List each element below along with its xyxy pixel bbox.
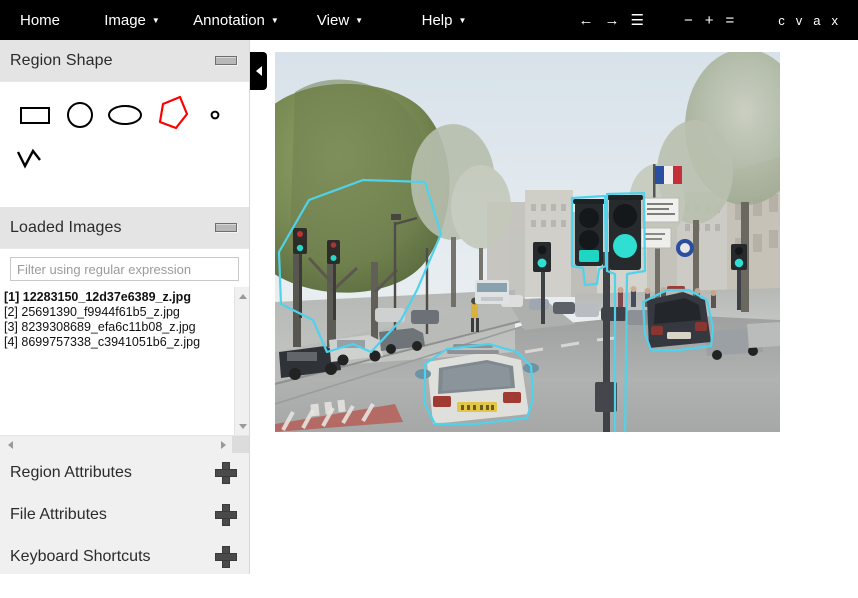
region-attributes-panel[interactable]: Region Attributes — [0, 452, 249, 494]
scroll-right-icon[interactable] — [215, 436, 231, 453]
street-scene-image — [275, 52, 780, 432]
zoom-in-icon[interactable]: + — [705, 13, 714, 28]
file-index: [4] — [4, 335, 18, 349]
chevron-down-icon: ▼ — [270, 16, 279, 25]
top-toolbar: Home Image ▼ Annotation ▼ View ▼ Help ▼ … — [0, 0, 858, 40]
file-name: 12283150_12d37e6389_z.jpg — [22, 290, 191, 304]
menu-home[interactable]: Home — [0, 12, 80, 29]
menu-annotation[interactable]: Annotation ▼ — [184, 12, 288, 29]
next-image-icon[interactable]: → — [605, 13, 620, 28]
menu-help[interactable]: Help ▼ — [392, 12, 496, 29]
ellipse-icon — [107, 104, 142, 125]
scroll-left-icon[interactable] — [2, 436, 18, 453]
polygon-shape-tool[interactable] — [147, 95, 192, 135]
loaded-images-body: [1] 12283150_12d37e6389_z.jpg [2] 256913… — [0, 249, 249, 453]
loaded-images-minimize-button[interactable] — [215, 223, 237, 232]
region-shape-row-1 — [0, 92, 249, 137]
file-name: 8239308689_efa6c11b08_z.jpg — [21, 320, 196, 334]
image-canvas-area[interactable] — [251, 40, 858, 598]
region-attributes-expand-icon[interactable] — [215, 462, 237, 484]
menu-image-label: Image — [104, 11, 146, 29]
list-item[interactable]: [4] 8699757338_c3941051b6_z.jpg — [4, 335, 228, 350]
keyboard-shortcuts-title: Keyboard Shortcuts — [10, 548, 151, 565]
file-index: [2] — [4, 305, 18, 319]
annotated-image[interactable] — [275, 52, 780, 432]
left-sidebar: Region Shape Loaded Images Filter using … — [0, 40, 250, 574]
polygon-icon — [158, 95, 188, 129]
region-shape-header: Region Shape — [0, 40, 249, 82]
loaded-images-title: Loaded Images — [10, 218, 122, 236]
zoom-reset-icon[interactable]: = — [726, 13, 735, 28]
scroll-down-icon[interactable] — [235, 419, 249, 433]
menu-image[interactable]: Image ▼ — [80, 12, 184, 29]
region-shape-minimize-button[interactable] — [215, 56, 237, 65]
file-attributes-expand-icon[interactable] — [215, 504, 237, 526]
region-shape-title: Region Shape — [10, 51, 113, 69]
list-item[interactable]: [1] 12283150_12d37e6389_z.jpg — [4, 290, 228, 305]
zoom-out-icon[interactable]: − — [684, 13, 693, 28]
image-filter-input[interactable] — [10, 257, 239, 281]
sidebar-collapse-toggle[interactable] — [250, 52, 267, 90]
toggle-region-boundary-button[interactable]: c — [778, 13, 785, 28]
bus — [475, 280, 509, 304]
polyline-icon — [16, 148, 41, 169]
delete-region-button[interactable]: x — [832, 13, 839, 28]
rectangle-shape-tool[interactable] — [12, 95, 57, 135]
zoom-controls: − + = — [684, 13, 734, 28]
file-name: 25691390_f9944f61b5_z.jpg — [21, 305, 180, 319]
scroll-up-icon[interactable] — [235, 289, 249, 303]
file-attributes-panel[interactable]: File Attributes — [0, 494, 249, 536]
file-list-vertical-scrollbar[interactable] — [234, 287, 249, 435]
file-list-container: [1] 12283150_12d37e6389_z.jpg [2] 256913… — [0, 287, 249, 435]
menu-view[interactable]: View ▼ — [288, 12, 392, 29]
menu-annotation-label: Annotation — [193, 11, 265, 29]
list-item[interactable]: [3] 8239308689_efa6c11b08_z.jpg — [4, 320, 228, 335]
scene-svg — [275, 52, 780, 432]
loaded-images-header: Loaded Images — [0, 207, 249, 249]
file-attributes-title: File Attributes — [10, 506, 107, 523]
list-item[interactable]: [2] 25691390_f9944f61b5_z.jpg — [4, 305, 228, 320]
main-menu: Home Image ▼ Annotation ▼ View ▼ Help ▼ — [0, 12, 496, 29]
point-shape-tool[interactable] — [192, 95, 237, 135]
region-shape-row-2 — [0, 137, 249, 182]
ellipse-shape-tool[interactable] — [102, 95, 147, 135]
toggle-region-label-button[interactable]: v — [796, 13, 803, 28]
region-shortcut-buttons: c v a x — [778, 13, 838, 28]
chevron-down-icon: ▼ — [458, 16, 467, 25]
file-index: [1] — [4, 290, 20, 304]
filter-container — [0, 249, 249, 287]
menu-home-label: Home — [19, 11, 60, 29]
file-index: [3] — [4, 320, 18, 334]
previous-image-icon[interactable]: ← — [579, 13, 594, 28]
chevron-down-icon: ▼ — [151, 16, 160, 25]
keyboard-shortcuts-expand-icon[interactable] — [215, 546, 237, 568]
navigation-controls: ← → ☰ — [579, 13, 644, 28]
menu-help-label: Help — [421, 11, 453, 29]
polyline-shape-tool[interactable] — [12, 140, 57, 180]
point-icon — [210, 110, 219, 119]
toggle-region-attributes-button[interactable]: a — [813, 13, 820, 28]
menu-view-label: View — [316, 11, 350, 29]
file-name: 8699757338_c3941051b6_z.jpg — [21, 335, 201, 349]
circle-shape-tool[interactable] — [57, 95, 102, 135]
image-grid-icon[interactable]: ☰ — [631, 13, 644, 28]
file-list: [1] 12283150_12d37e6389_z.jpg [2] 256913… — [0, 287, 228, 435]
scrollbar-corner — [232, 436, 249, 453]
chevron-down-icon: ▼ — [355, 16, 364, 25]
file-list-horizontal-scrollbar[interactable] — [0, 435, 249, 453]
keyboard-shortcuts-panel[interactable]: Keyboard Shortcuts — [0, 536, 249, 574]
region-shape-tools — [0, 82, 249, 207]
chevron-left-icon — [255, 66, 262, 76]
region-attributes-title: Region Attributes — [10, 464, 132, 481]
circle-icon — [66, 101, 93, 128]
rectangle-icon — [19, 106, 50, 124]
